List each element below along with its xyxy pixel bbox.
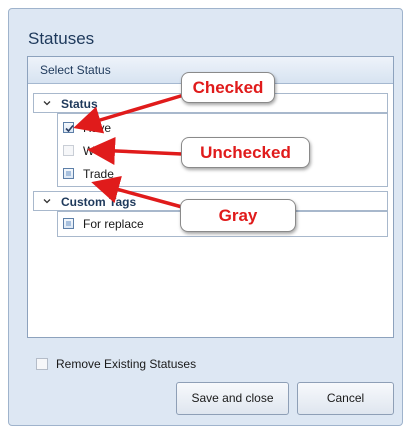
item-label-for-replace: For replace	[83, 217, 144, 231]
dialog-title: Statuses	[28, 29, 95, 48]
cancel-button[interactable]: Cancel	[297, 382, 394, 415]
callout-unchecked: Unchecked	[181, 137, 310, 168]
save-and-close-button[interactable]: Save and close	[176, 382, 289, 415]
callout-checked: Checked	[181, 72, 275, 103]
callout-gray: Gray	[180, 199, 296, 232]
remove-existing-label: Remove Existing Statuses	[56, 357, 197, 371]
item-label-trade: Trade	[83, 167, 114, 181]
checkbox-have[interactable]	[63, 122, 74, 133]
group-label-custom-tags: Custom Tags	[61, 195, 137, 209]
checkbox-trade[interactable]	[63, 168, 74, 179]
item-label-have: Have	[83, 121, 112, 135]
remove-existing-checkbox[interactable]	[36, 358, 48, 370]
group-label-status: Status	[61, 97, 98, 111]
checkbox-for-replace[interactable]	[63, 218, 74, 229]
item-label-want: W	[83, 144, 95, 158]
checkbox-want[interactable]	[63, 145, 74, 156]
chevron-down-icon[interactable]	[43, 99, 51, 107]
check-icon	[65, 124, 74, 133]
chevron-down-icon[interactable]	[43, 197, 51, 205]
panel-header-label: Select Status	[40, 63, 111, 77]
